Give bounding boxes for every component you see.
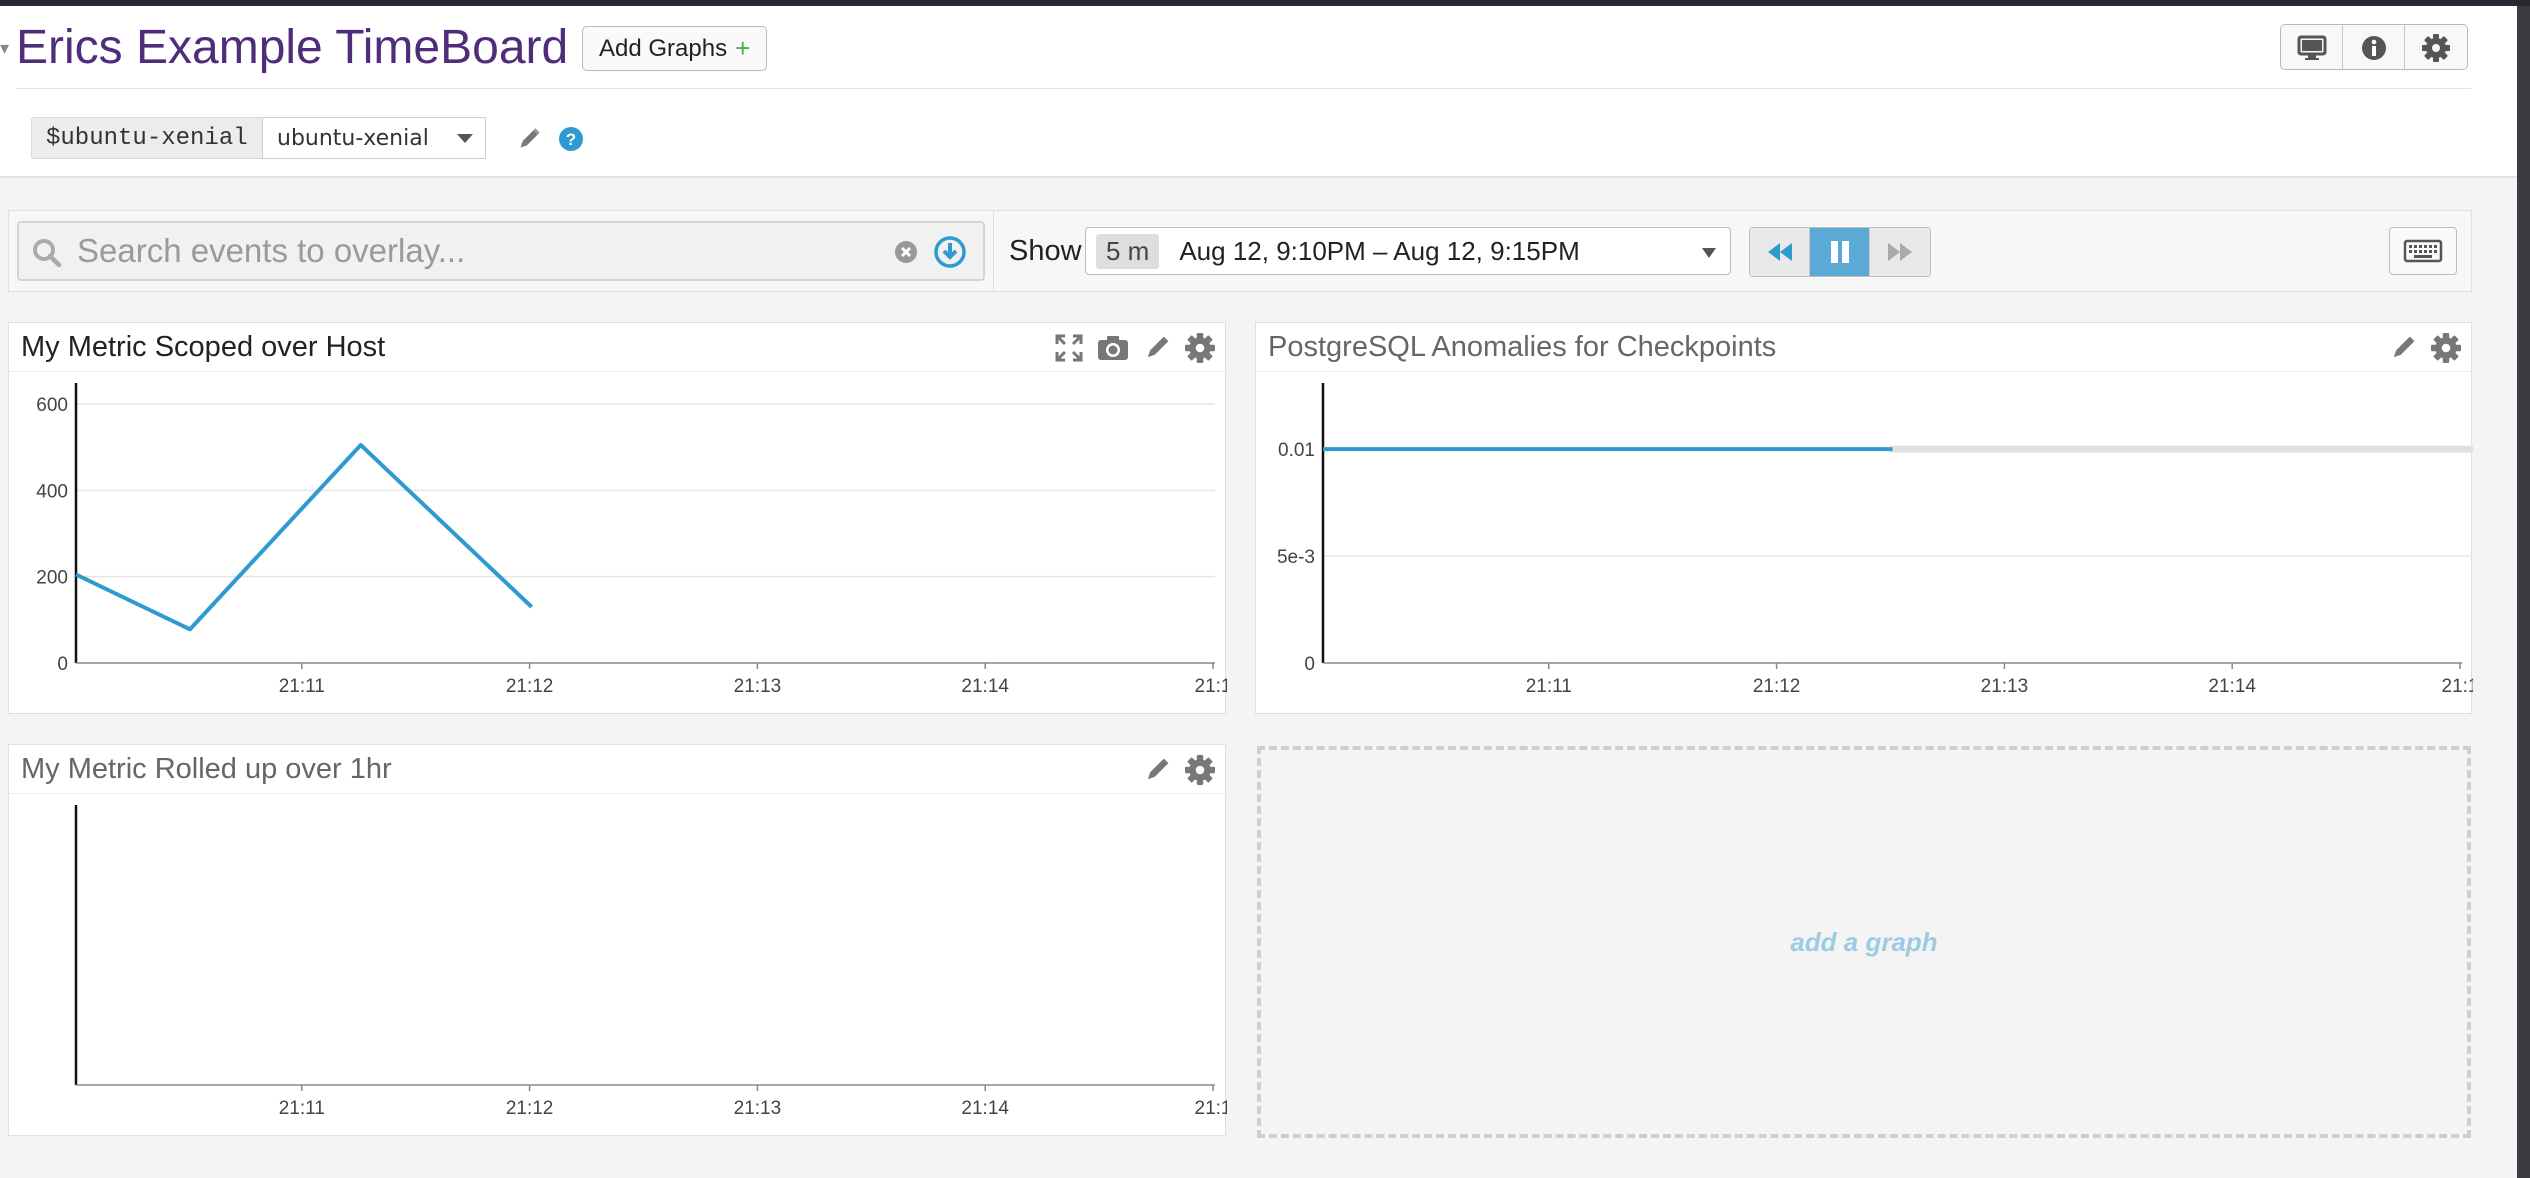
clear-icon[interactable] [893,239,919,265]
x-tick-label: 21:14 [2208,676,2256,697]
page-title: Erics Example TimeBoard [16,21,569,74]
svg-text:?: ? [566,130,576,149]
info-button[interactable] [2343,25,2405,69]
gear-icon [2422,34,2450,62]
time-range-label: Aug 12, 9:10PM – Aug 12, 9:15PM [1179,235,1580,266]
template-variable-select[interactable]: ubuntu-xenial [262,117,486,159]
plus-icon: + [735,33,751,63]
y-tick-label: 0 [57,654,68,675]
graph-widget: My Metric Scoped over Host 0 200 400 600… [8,322,1227,714]
x-tick-label: 21:1 [1195,676,1227,697]
header-button-group [2280,24,2468,70]
settings-button[interactable] [2405,25,2467,69]
time-span-badge: 5 m [1096,233,1160,269]
dashboard-header: ▾ Erics Example TimeBoard Add Graphs + $… [0,6,2517,178]
x-tick-label: 21:13 [734,676,782,697]
monitor-icon [2297,35,2326,60]
metric-line-chart: 0 200 400 600 21:11 21:12 21:13 21:14 21:1 [36,383,1227,697]
keyboard-shortcuts-button[interactable] [2389,227,2457,275]
event-toolbar: Show 5 m Aug 12, 9:10PM – Aug 12, 9:15PM [8,210,2472,292]
header-divider [16,88,2471,89]
x-tick-label: 21:11 [279,1098,325,1119]
tv-mode-button[interactable] [2281,25,2343,69]
edit-variables-button[interactable] [516,126,542,157]
collapse-caret-icon[interactable]: ▾ [0,38,9,59]
fast-forward-button[interactable] [1870,228,1930,276]
x-tick-label: 21:12 [506,1098,554,1119]
x-tick-label: 21:12 [1753,676,1801,697]
search-input[interactable] [77,233,897,269]
y-tick-label: 600 [36,395,68,416]
graph-widget: My Metric Rolled up over 1hr 21:11 21:12 2… [8,744,1227,1136]
question-icon: ? [559,127,583,151]
add-graph-label: add a graph [1790,926,1938,957]
x-tick-label: 21:13 [1981,676,2029,697]
chevron-down-icon [1702,248,1716,258]
x-tick-label: 21:1 [2442,676,2473,697]
anomaly-line-chart: 0 5e-3 0.01 21:11 21:12 21:13 21:14 21:1 [1277,383,2473,697]
chevron-down-icon [457,134,473,143]
x-tick-label: 21:1 [1195,1098,1227,1119]
add-graphs-button[interactable]: Add Graphs + [582,26,768,71]
x-tick-label: 21:11 [279,676,325,697]
y-tick-label: 400 [36,481,68,502]
y-tick-label: 200 [36,568,68,589]
keyboard-icon [2403,239,2443,263]
x-tick-label: 21:12 [506,676,554,697]
rewind-icon [1767,243,1792,261]
rewind-button[interactable] [1750,228,1810,276]
x-tick-label: 21:11 [1526,676,1572,697]
y-tick-label: 0 [1304,654,1315,675]
y-tick-label: 0.01 [1278,440,1315,461]
info-icon [2361,36,2386,60]
pause-icon [1830,241,1849,263]
overlay-download-icon[interactable] [933,235,967,269]
pencil-icon [520,128,540,148]
window-right-edge [2517,6,2530,1178]
y-tick-label: 5e-3 [1277,547,1315,568]
show-label: Show [1009,235,1082,267]
search-icon [33,239,62,268]
add-graphs-label: Add Graphs [599,34,728,62]
series-line [75,443,533,632]
rollup-line-chart: 21:11 21:12 21:13 21:14 21:1 [74,805,1227,1119]
pause-button[interactable] [1810,228,1870,276]
template-variable-name: $ubuntu-xenial [31,117,263,159]
template-variable-value: ubuntu-xenial [277,125,429,151]
x-tick-label: 21:14 [961,676,1009,697]
x-tick-label: 21:13 [734,1098,782,1119]
toolbar-divider [993,211,994,291]
fast-forward-icon [1888,243,1912,261]
time-range-select[interactable]: 5 m Aug 12, 9:10PM – Aug 12, 9:15PM [1085,227,1731,275]
search-box [17,221,985,281]
graph-widget: PostgreSQL Anomalies for Checkpoints 0 5e… [1255,322,2473,714]
playback-controls [1749,227,1931,277]
help-button[interactable]: ? [558,126,584,157]
x-tick-label: 21:14 [961,1098,1009,1119]
add-graph-placeholder[interactable]: add a graph [1257,746,2471,1138]
